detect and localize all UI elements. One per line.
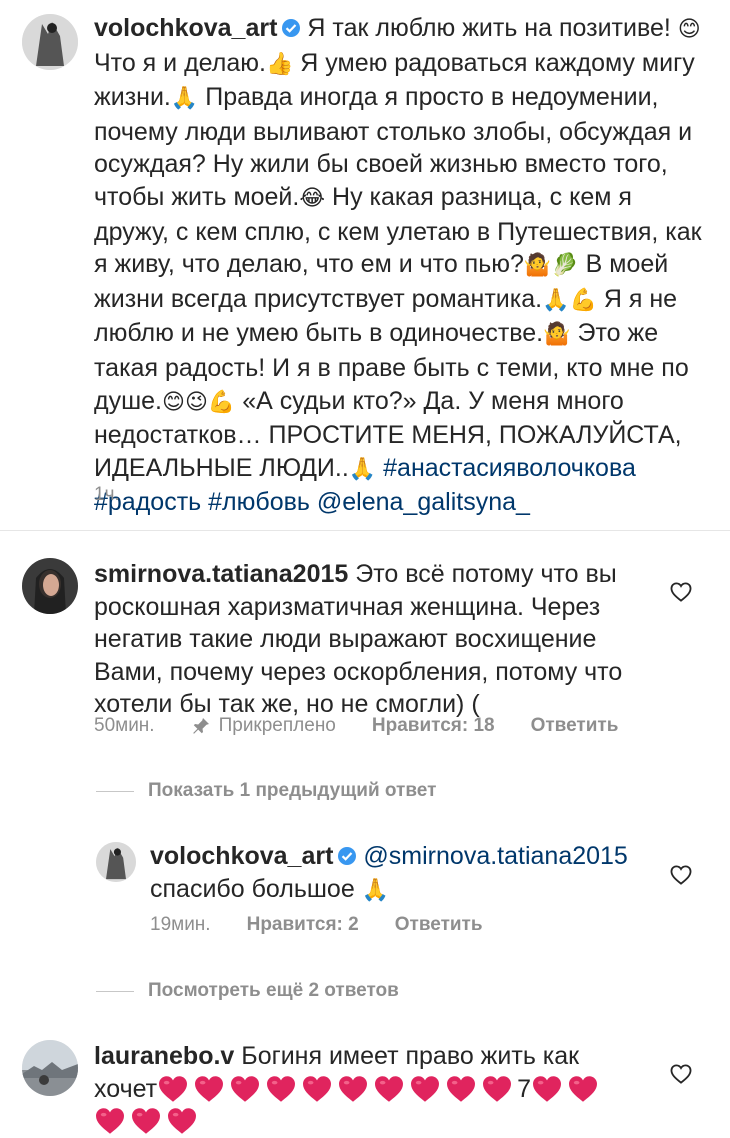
red-heart-emoji-icon bbox=[531, 1075, 563, 1103]
show-previous-replies[interactable]: Показать 1 предыдущий ответ bbox=[96, 780, 436, 802]
comment-username[interactable]: smirnova.tatiana2015 bbox=[94, 560, 348, 588]
toggle-line bbox=[96, 990, 134, 992]
verified-badge-icon bbox=[281, 18, 301, 38]
reply-meta: 19мин. Нравится: 2 Ответить bbox=[150, 914, 483, 936]
caption-text-0: Я так люблю жить на позитиве! bbox=[307, 14, 678, 42]
hashtag-link[interactable]: #анастасияволочкова bbox=[383, 454, 636, 482]
emoji-laugh: 😂 bbox=[299, 185, 326, 211]
emoji-smile: 😊 bbox=[677, 17, 701, 42]
red-heart-emoji-icon bbox=[166, 1107, 198, 1135]
comment-username[interactable]: lauranebo.v bbox=[94, 1042, 234, 1070]
red-heart-emoji-icon bbox=[157, 1075, 189, 1103]
comment-char: 7 bbox=[517, 1074, 532, 1103]
emoji-smile: 😊 bbox=[162, 389, 185, 415]
comment-lauranebo: lauranebo.v Богиня имеет право жить как … bbox=[94, 1040, 634, 1138]
red-heart-emoji-icon bbox=[265, 1075, 297, 1103]
mention-link[interactable]: @elena_galitsyna_ bbox=[317, 488, 530, 516]
emoji-wink: 😉 bbox=[184, 389, 208, 415]
emoji-leafy-green: 🥬 bbox=[551, 253, 579, 279]
pin-icon bbox=[192, 718, 209, 734]
reply-body: спасибо большое bbox=[150, 874, 362, 903]
like-heart-icon[interactable] bbox=[670, 1064, 692, 1084]
reply-reply-button[interactable]: Ответить bbox=[395, 914, 483, 936]
caption-comment: volochkova_art Я так люблю жить на позити… bbox=[94, 12, 706, 519]
avatar-volochkova[interactable] bbox=[22, 14, 78, 70]
red-heart-emoji-icon bbox=[301, 1075, 333, 1103]
show-previous-replies-label: Показать 1 предыдущий ответ bbox=[148, 780, 437, 801]
red-heart-emoji-icon bbox=[337, 1075, 369, 1103]
reply-button[interactable]: Ответить bbox=[531, 715, 619, 737]
comment-timestamp: 50мин. bbox=[94, 715, 155, 736]
comment-smirnova-meta: 50мин. Прикреплено Нравится: 18 Ответить bbox=[94, 715, 618, 737]
hashtag-link[interactable]: #любовь bbox=[208, 488, 310, 516]
red-heart-emoji-icon bbox=[229, 1075, 261, 1103]
like-heart-icon[interactable] bbox=[670, 582, 692, 602]
emoji-muscle: 💪 bbox=[207, 389, 236, 415]
emoji-shrug: 🤷 bbox=[523, 253, 552, 279]
emoji-muscle: 💪 bbox=[569, 287, 597, 313]
view-more-replies[interactable]: Посмотреть ещё 2 ответов bbox=[96, 980, 399, 1002]
avatar-smirnova[interactable] bbox=[22, 558, 78, 614]
red-heart-emoji-icon bbox=[409, 1075, 441, 1103]
emoji-shrug: 🤷 bbox=[543, 322, 571, 348]
verified-badge-icon bbox=[337, 846, 357, 866]
emoji-pray: 🙏 bbox=[542, 287, 570, 313]
caption-meta: 1ч. bbox=[94, 484, 120, 506]
reply-username[interactable]: volochkova_art bbox=[150, 842, 333, 870]
toggle-line bbox=[96, 790, 134, 792]
reply-likes-count[interactable]: Нравится: 2 bbox=[247, 914, 359, 936]
emoji-pray: 🙏 bbox=[361, 877, 390, 903]
red-heart-emoji-icon bbox=[481, 1075, 513, 1103]
emoji-thumbs-up: 👍 bbox=[265, 51, 294, 77]
red-heart-emoji-icon bbox=[193, 1075, 225, 1103]
reply-comment: volochkova_art @smirnova.tatiana2015 спаси… bbox=[150, 840, 650, 907]
reply-timestamp: 19мин. bbox=[150, 914, 211, 935]
caption-text-2: Что я и делаю. bbox=[94, 48, 266, 77]
like-heart-icon[interactable] bbox=[670, 865, 692, 885]
avatar-lauranebo[interactable] bbox=[22, 1040, 78, 1096]
red-heart-emoji-icon bbox=[445, 1075, 477, 1103]
red-heart-emoji-icon bbox=[130, 1107, 162, 1135]
emoji-pray: 🙏 bbox=[348, 456, 377, 482]
reply-mention[interactable]: @smirnova.tatiana2015 bbox=[363, 842, 627, 870]
caption-timestamp: 1ч. bbox=[94, 484, 120, 505]
emoji-pray: 🙏 bbox=[170, 86, 199, 112]
red-heart-emoji-icon bbox=[373, 1075, 405, 1103]
caption-divider bbox=[0, 530, 730, 531]
red-heart-emoji-icon bbox=[94, 1107, 126, 1135]
pinned-label: Прикреплено bbox=[218, 715, 336, 736]
comment-smirnova: smirnova.tatiana2015 Это всё потому что … bbox=[94, 558, 634, 721]
caption-username[interactable]: volochkova_art bbox=[94, 14, 277, 42]
view-more-replies-label: Посмотреть ещё 2 ответов bbox=[148, 980, 399, 1001]
red-heart-emoji-icon bbox=[567, 1075, 599, 1103]
avatar-reply-volochkova[interactable] bbox=[96, 842, 136, 882]
hearts-group bbox=[157, 1075, 517, 1103]
likes-count[interactable]: Нравится: 18 bbox=[372, 715, 495, 737]
